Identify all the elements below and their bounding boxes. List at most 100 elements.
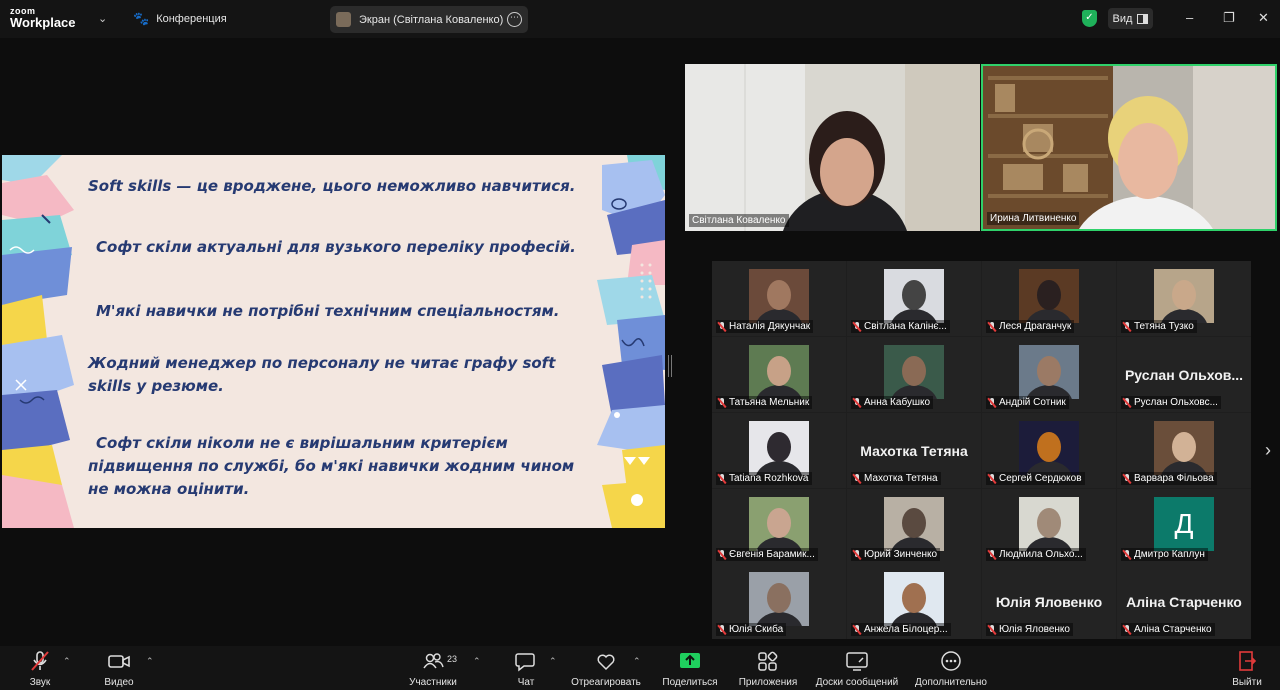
participant-name-display: Махотка Тетяна (860, 443, 968, 459)
participant-label: Юрий Зинченко (851, 548, 941, 561)
participant-label: Махотка Тетяна (851, 472, 941, 485)
mic-muted-icon (718, 321, 726, 332)
audio-label: Звук (29, 677, 51, 688)
whiteboards-button[interactable]: Доски сообщений (812, 650, 902, 688)
participant-name: Юрий Зинченко (864, 549, 938, 560)
participant-tile[interactable]: Сергей Сердюков (982, 413, 1116, 488)
chevron-down-icon[interactable]: ⌄ (98, 12, 107, 25)
participant-video (884, 497, 944, 551)
participant-tile[interactable]: Юлія Скиба (712, 564, 846, 639)
participant-name: Дмитро Каплун (1134, 549, 1205, 560)
mic-muted-icon (988, 624, 996, 635)
mic-muted-icon (22, 650, 58, 672)
participant-tile[interactable]: Леся Драганчук (982, 261, 1116, 336)
participant-tile[interactable]: Аліна Старченко Аліна Старченко (1117, 564, 1251, 639)
more-button[interactable]: Дополнительно (912, 650, 990, 688)
participant-label: Євгенія Барамик... (716, 548, 818, 561)
participant-tile[interactable]: Юлія Яловенко Юлія Яловенко (982, 564, 1116, 639)
apps-button[interactable]: Приложения (736, 650, 800, 688)
split-drag-handle[interactable] (668, 355, 672, 377)
participant-tile[interactable]: Андрій Сотник (982, 337, 1116, 412)
participant-video (884, 345, 944, 399)
participant-tile[interactable]: Людмила Ольхо... (982, 489, 1116, 564)
close-icon[interactable]: ✕ (1258, 10, 1269, 26)
participant-tile[interactable]: Євгенія Барамик... (712, 489, 846, 564)
slide-line-5: skills у резюме. (88, 377, 224, 395)
participant-label: Дмитро Каплун (1121, 548, 1208, 561)
mic-muted-icon (853, 397, 861, 408)
participant-tile[interactable]: Tatiana Rozhkova (712, 413, 846, 488)
participant-tile[interactable]: Анна Кабушко (847, 337, 981, 412)
participant-name: Світлана Калінє... (864, 321, 947, 332)
participant-name: Руслан Ольховс... (1134, 397, 1218, 408)
mic-muted-icon (853, 321, 861, 332)
leave-button[interactable]: Выйти (1228, 650, 1266, 688)
logo-line2: Workplace (10, 15, 76, 30)
participant-name: Євгенія Барамик... (729, 549, 815, 560)
shield-check-icon[interactable]: ✓ (1082, 10, 1097, 27)
participant-tile[interactable]: Анжела Білоцер... (847, 564, 981, 639)
heart-icon (570, 650, 642, 672)
participant-tile[interactable]: Юрий Зинченко (847, 489, 981, 564)
shared-screen-slide: Soft skills — це вроджене, цього неможли… (2, 155, 665, 528)
participant-name: Юлія Скиба (729, 624, 784, 635)
speaker-tile-2-active[interactable]: Ирина Литвиненко (981, 64, 1277, 231)
participant-video (1154, 269, 1214, 323)
participant-video (749, 269, 809, 323)
participant-video (1019, 421, 1079, 475)
participant-tile[interactable]: Татьяна Мельник (712, 337, 846, 412)
reactions-button[interactable]: Отреагировать (570, 650, 642, 688)
participant-name: Андрій Сотник (999, 397, 1066, 408)
mic-muted-icon (1123, 473, 1131, 484)
video-options-chevron-icon[interactable]: ⌃ (146, 656, 154, 667)
participant-name-display: Руслан Ольхов... (1124, 367, 1244, 383)
participant-label: Світлана Калінє... (851, 320, 950, 333)
participant-tile[interactable]: Варвара Фільова (1117, 413, 1251, 488)
participant-name: Сергей Сердюков (999, 473, 1082, 484)
participant-tile[interactable]: Махотка Тетяна Махотка Тетяна (847, 413, 981, 488)
participants-count: 23 (447, 654, 458, 664)
mic-muted-icon (988, 473, 996, 484)
audio-options-chevron-icon[interactable]: ⌃ (63, 656, 71, 667)
maximize-icon[interactable]: ❐ (1223, 10, 1235, 26)
participant-label: Анна Кабушко (851, 396, 934, 409)
chat-button[interactable]: Чат (510, 650, 542, 688)
chat-options-chevron-icon[interactable]: ⌃ (549, 656, 557, 667)
video-button[interactable]: Видео (100, 650, 138, 688)
minimize-icon[interactable]: – (1186, 10, 1193, 25)
participant-video (1019, 345, 1079, 399)
mic-muted-icon (853, 624, 861, 635)
participants-options-chevron-icon[interactable]: ⌃ (473, 656, 481, 667)
participant-tile[interactable]: Наталія Дякунчак (712, 261, 846, 336)
mic-muted-icon (1123, 549, 1131, 560)
speaker-tile-1[interactable]: Світлана Коваленко (685, 64, 980, 231)
more-options-icon[interactable]: ⋯ (507, 12, 522, 27)
mic-muted-icon (718, 473, 726, 484)
view-button[interactable]: Вид (1108, 8, 1153, 29)
participant-video (884, 269, 944, 323)
camera-icon (100, 650, 138, 672)
participant-label: Аліна Старченко (1121, 623, 1215, 636)
apps-label: Приложения (738, 677, 798, 688)
screen-share-indicator[interactable]: Экран (Світлана Коваленко) ⋯ (330, 6, 528, 33)
speaker-name-2: Ирина Литвиненко (987, 212, 1080, 225)
audio-button[interactable]: Звук (22, 650, 58, 688)
participant-tile[interactable]: Руслан Ольхов... Руслан Ольховс... (1117, 337, 1251, 412)
participant-tile[interactable]: Світлана Калінє... (847, 261, 981, 336)
zoom-logo: zoom Workplace (10, 6, 76, 30)
participant-name-display: Юлія Яловенко (995, 594, 1103, 610)
participant-name: Tatiana Rozhkova (729, 473, 809, 484)
apps-icon (736, 650, 800, 672)
view-layout-icon (1137, 13, 1149, 24)
reactions-options-chevron-icon[interactable]: ⌃ (633, 656, 641, 667)
participant-tile[interactable]: Тетяна Тузко (1117, 261, 1251, 336)
meeting-info-button[interactable]: 🐾 Конференция (133, 11, 227, 27)
view-label: Вид (1112, 12, 1133, 25)
next-page-arrow-icon[interactable]: › (1265, 440, 1271, 461)
mic-muted-icon (988, 321, 996, 332)
share-screen-button[interactable]: Поделиться (660, 650, 720, 688)
participant-video (749, 421, 809, 475)
participant-label: Леся Драганчук (986, 320, 1075, 333)
participant-tile[interactable]: Д Дмитро Каплун (1117, 489, 1251, 564)
participant-label: Юлія Яловенко (986, 623, 1073, 636)
